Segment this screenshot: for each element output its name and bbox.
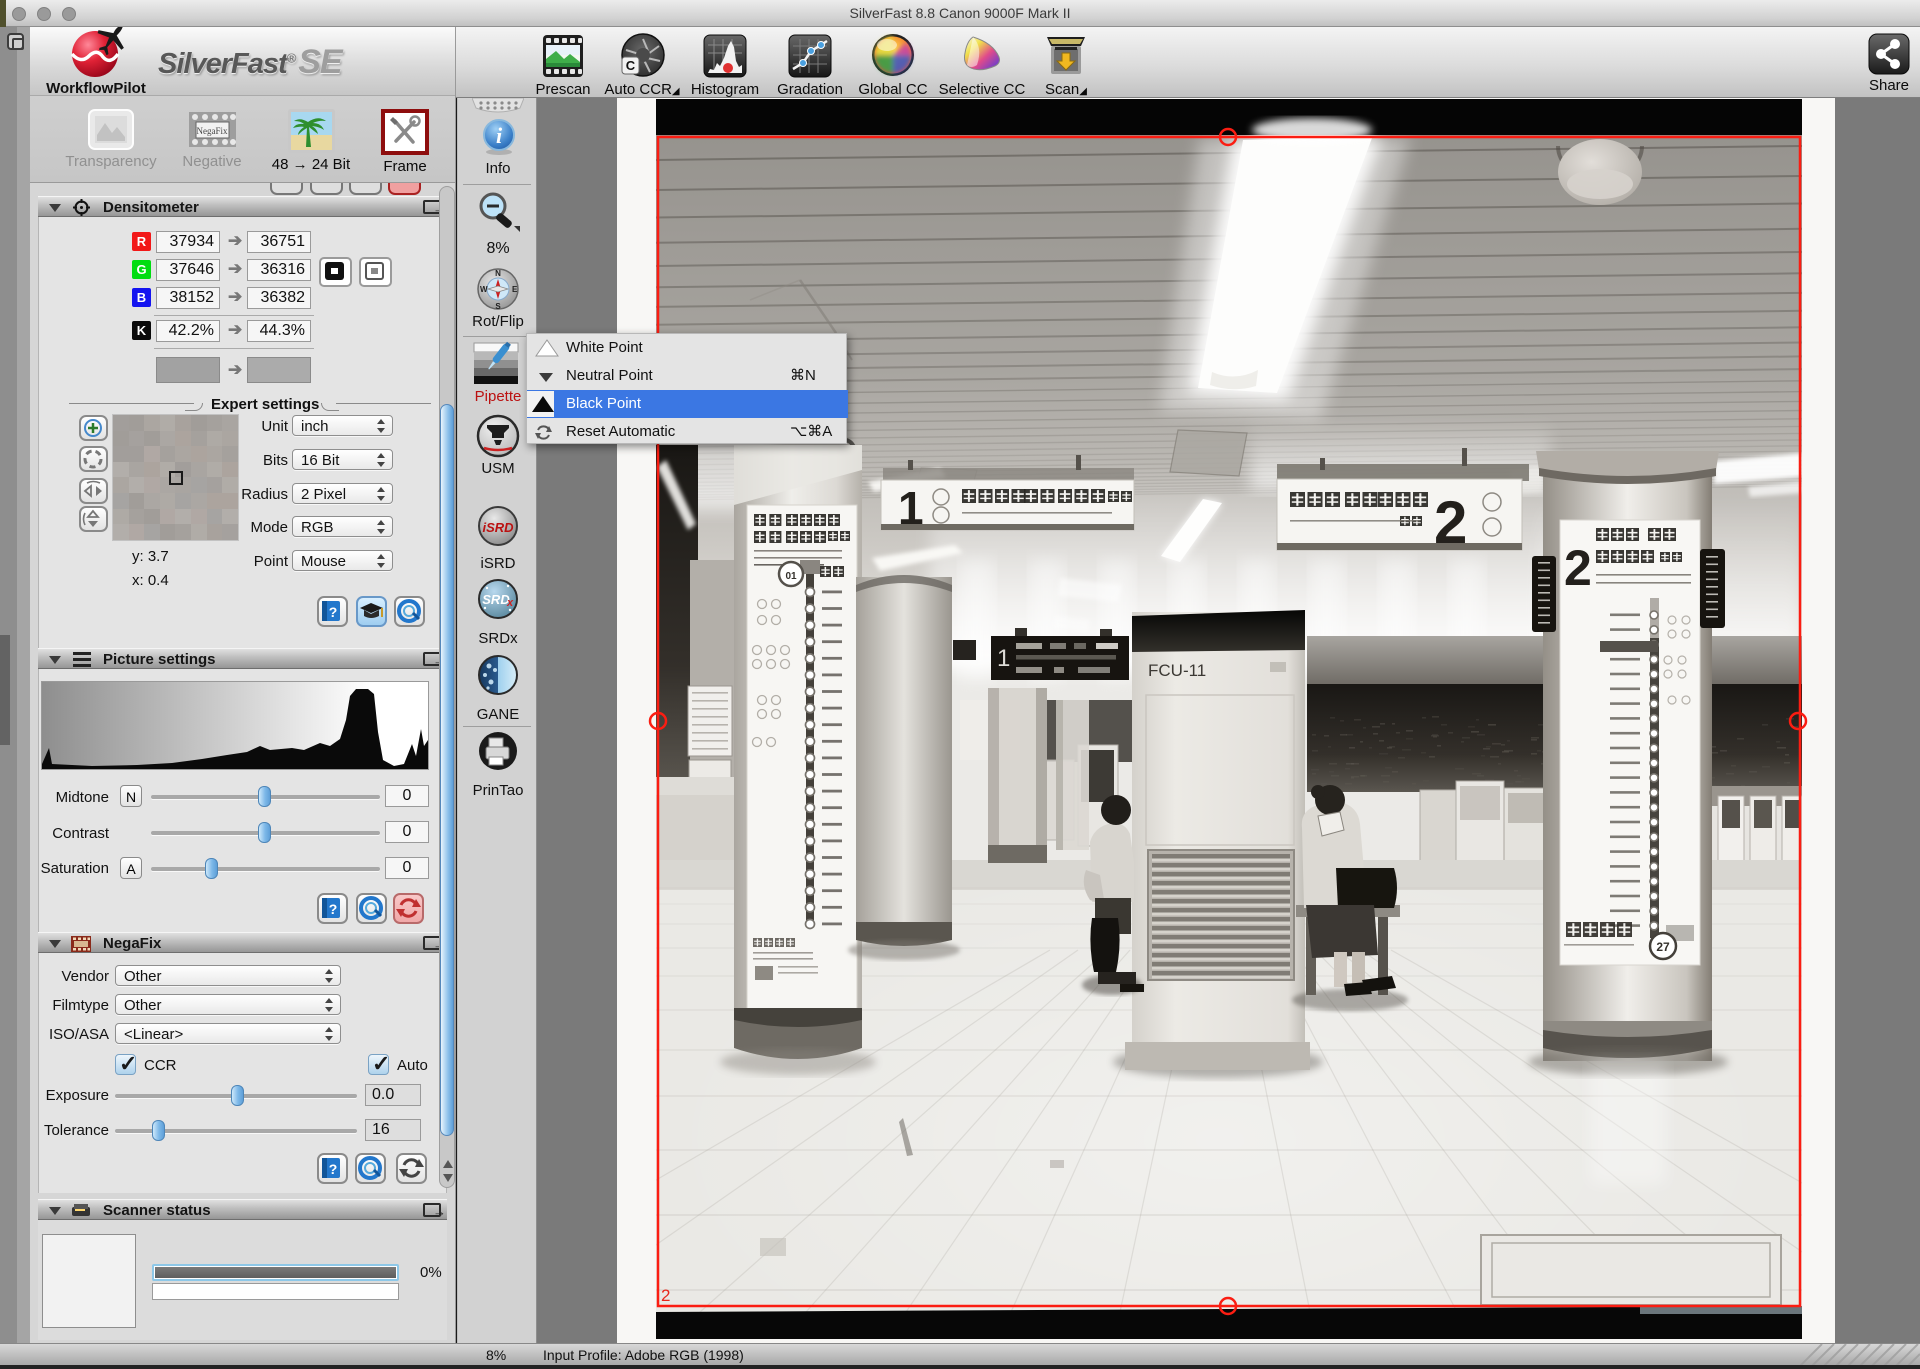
- svg-text:2: 2: [661, 1286, 670, 1305]
- svg-text:i: i: [496, 123, 503, 148]
- svg-text:S: S: [495, 302, 501, 311]
- svg-text:C: C: [626, 58, 636, 73]
- svg-text:N: N: [495, 269, 501, 278]
- svg-text:FCU-11: FCU-11: [1148, 661, 1206, 680]
- svg-text:01: 01: [785, 571, 797, 582]
- svg-text:?: ?: [329, 901, 338, 917]
- svg-text:1: 1: [898, 482, 924, 534]
- svg-text:1: 1: [997, 645, 1010, 672]
- svg-text:2: 2: [1434, 489, 1467, 556]
- svg-text:E: E: [512, 285, 518, 294]
- svg-text:?: ?: [329, 1161, 338, 1177]
- svg-text:2: 2: [1564, 540, 1592, 596]
- svg-text:W: W: [480, 285, 488, 294]
- svg-text:?: ?: [329, 604, 338, 620]
- svg-text:NegaFix: NegaFix: [196, 126, 227, 136]
- svg-text:27: 27: [1656, 940, 1670, 954]
- svg-text:iSRD: iSRD: [482, 520, 514, 535]
- svg-text:x: x: [506, 597, 514, 609]
